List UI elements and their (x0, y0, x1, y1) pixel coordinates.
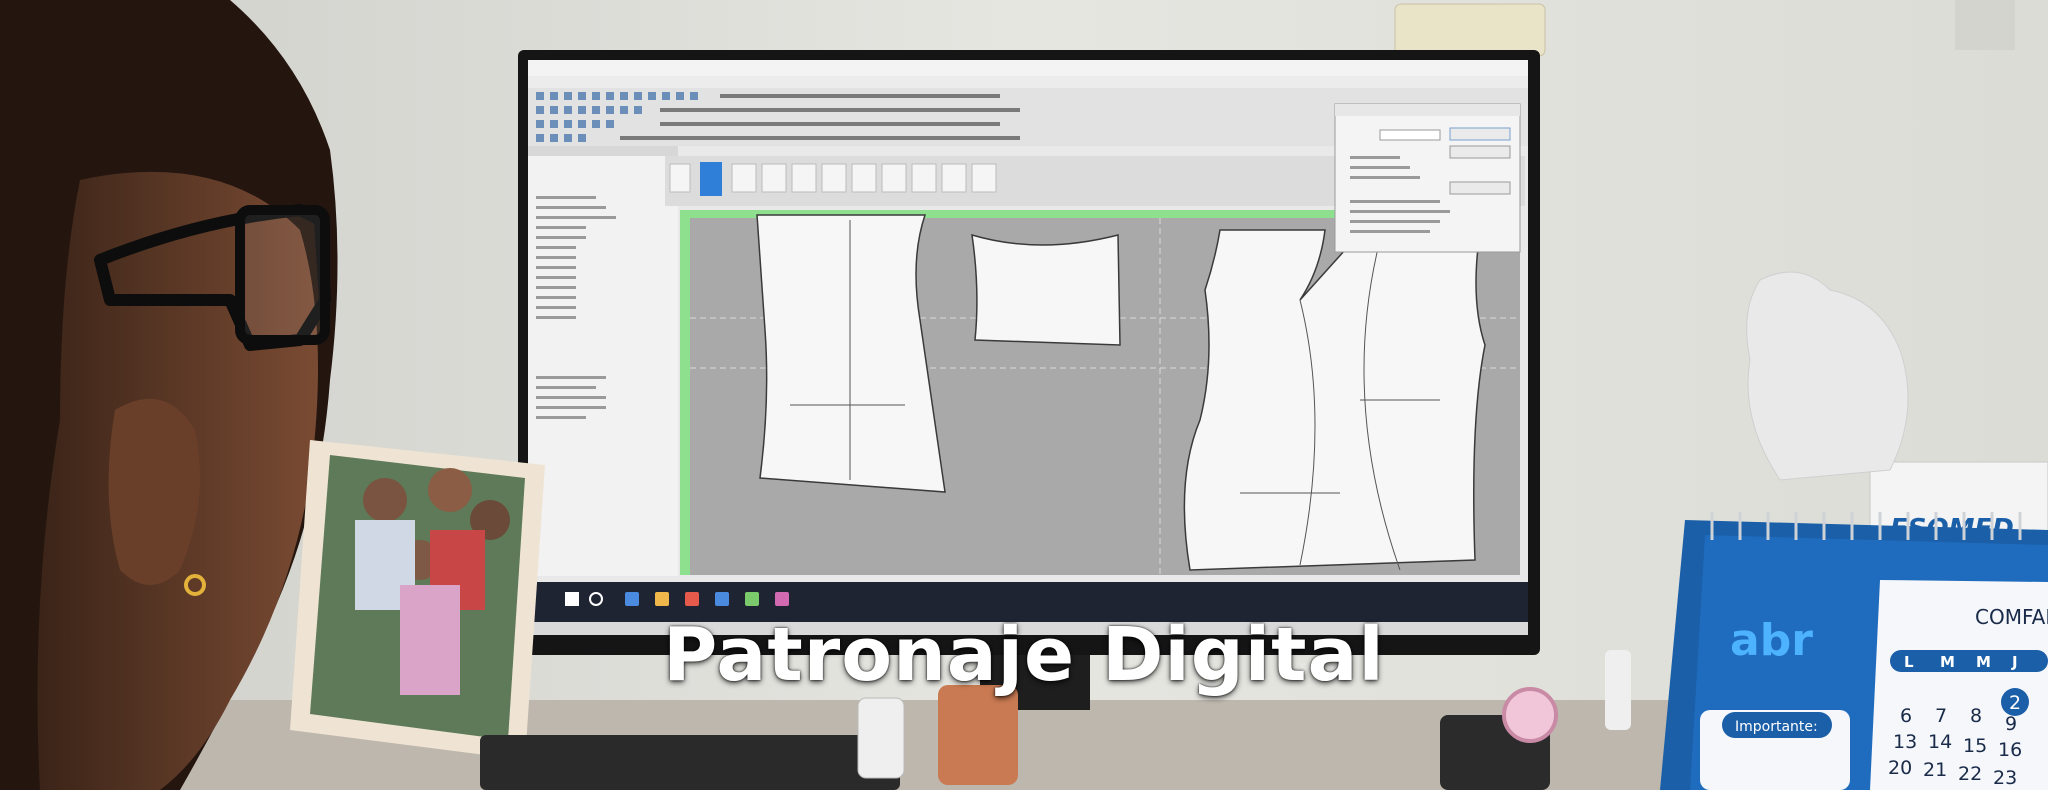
svg-text:23: 23 (1993, 767, 2017, 789)
svg-text:8: 8 (1970, 705, 1982, 727)
family-photo-frame (290, 440, 545, 760)
svg-text:9: 9 (2005, 713, 2017, 735)
properties-panel (528, 146, 678, 576)
desk-bottle (857, 697, 905, 779)
wall-plate (1955, 0, 2015, 50)
svg-text:7: 7 (1935, 705, 1947, 727)
svg-text:20: 20 (1888, 757, 1912, 779)
windows-start-icon (565, 592, 579, 606)
svg-text:6: 6 (1900, 705, 1912, 727)
pattern-piece-front (756, 214, 946, 493)
svg-text:13: 13 (1893, 731, 1917, 753)
svg-text:14: 14 (1928, 731, 1952, 753)
overlay-title: Patronaje Digital (663, 612, 1385, 698)
svg-text:22: 22 (1958, 763, 1982, 785)
wall-switch (1394, 3, 1546, 57)
pattern-piece-top (971, 233, 1121, 346)
svg-text:16: 16 (1998, 739, 2022, 761)
svg-text:15: 15 (1963, 735, 1987, 757)
svg-text:21: 21 (1923, 759, 1947, 781)
desk-mug (938, 685, 1018, 785)
software-screen: soleado (528, 60, 1528, 675)
svg-text:Importante:: Importante: (1735, 719, 1818, 735)
photo-scene: soleado abr COMFA L M M J 2 6 7 8 9 13 1… (0, 0, 2048, 790)
keyboard (480, 735, 900, 790)
